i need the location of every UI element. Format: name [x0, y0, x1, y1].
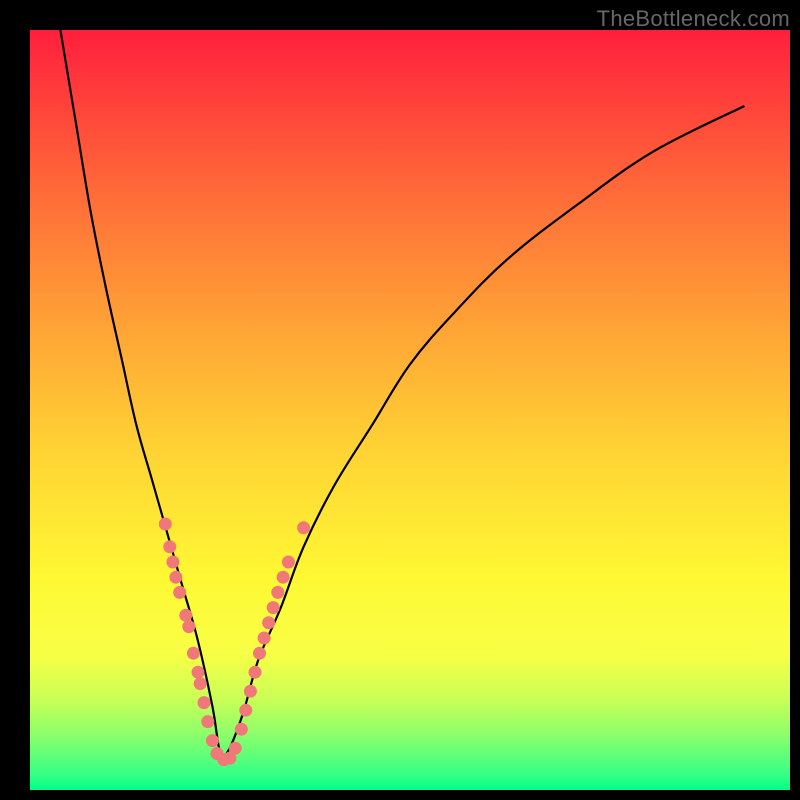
- sample-dot: [253, 647, 266, 660]
- sample-dot: [159, 518, 172, 531]
- sample-dot: [271, 586, 284, 599]
- bottleneck-curve: [60, 30, 744, 758]
- sample-dot: [267, 601, 280, 614]
- chart-svg: [30, 30, 790, 790]
- sample-dot: [249, 666, 262, 679]
- sample-dot: [262, 616, 275, 629]
- plot-area: [30, 30, 790, 790]
- watermark-text: TheBottleneck.com: [597, 6, 790, 32]
- sample-dot: [166, 556, 179, 569]
- sample-dot: [239, 704, 252, 717]
- sample-dot: [258, 632, 271, 645]
- sample-points: [159, 518, 310, 767]
- sample-dot: [201, 715, 214, 728]
- sample-dot: [173, 586, 186, 599]
- sample-dot: [179, 609, 192, 622]
- sample-dot: [182, 620, 195, 633]
- sample-dot: [163, 540, 176, 553]
- sample-dot: [244, 685, 257, 698]
- chart-frame: TheBottleneck.com: [0, 0, 800, 800]
- sample-dot: [169, 571, 182, 584]
- sample-dot: [282, 556, 295, 569]
- sample-dot: [198, 696, 211, 709]
- sample-dot: [206, 734, 219, 747]
- sample-dot: [192, 666, 205, 679]
- sample-dot: [277, 571, 290, 584]
- sample-dot: [187, 647, 200, 660]
- sample-dot: [235, 723, 248, 736]
- sample-dot: [229, 742, 242, 755]
- sample-dot: [297, 521, 310, 534]
- sample-dot: [194, 677, 207, 690]
